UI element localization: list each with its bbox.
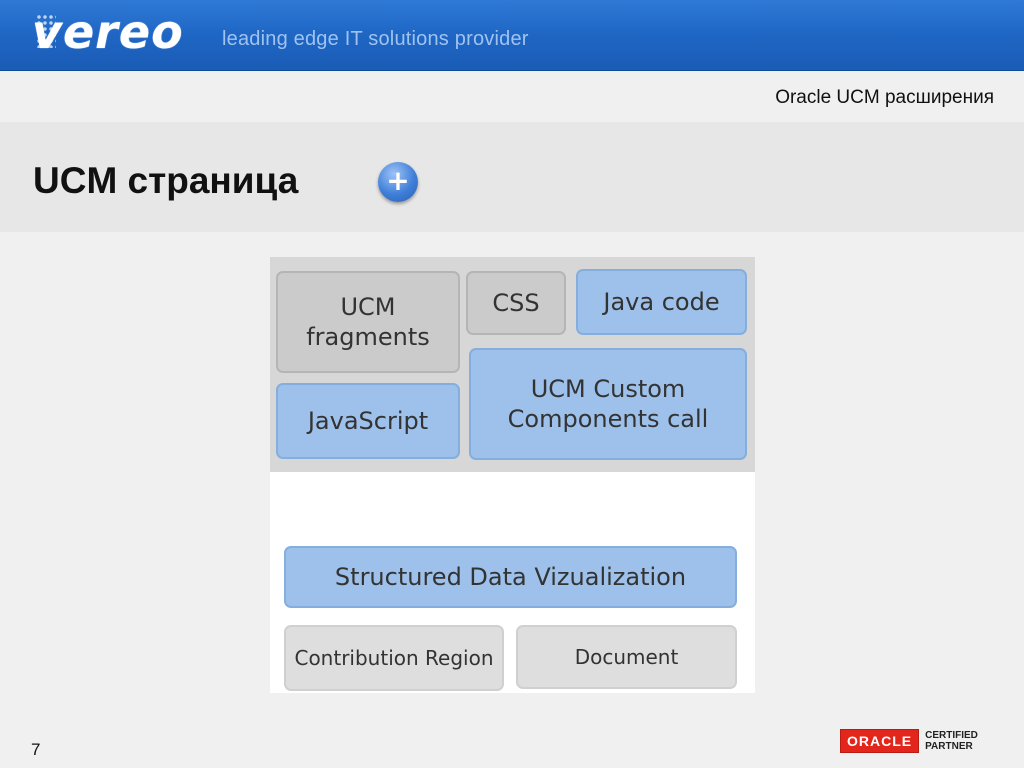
box-contribution-region: Contribution Region <box>284 625 504 691</box>
box-ucm-custom-components: UCM Custom Components call <box>469 348 747 460</box>
box-contribution-region-label: Contribution Region <box>294 645 494 670</box>
box-structured-data-label: Structured Data Vizualization <box>334 563 687 591</box>
oracle-certified-partner-logo: ORACLE CERTIFIED PARTNER <box>840 729 978 753</box>
box-java-code-label: Java code <box>603 288 720 316</box>
box-ucm-fragments-label: UCM fragments <box>306 293 430 351</box>
vereo-logo: vereo <box>32 5 184 59</box>
box-css: CSS <box>466 271 566 335</box>
box-document: Document <box>516 625 737 689</box>
box-ucm-fragments: UCM fragments <box>276 271 460 373</box>
box-document-label: Document <box>574 644 679 669</box>
box-javascript-label: JavaScript <box>307 407 429 435</box>
slide: vereo leading edge IT solutions provider… <box>0 0 1024 768</box>
page-number: 7 <box>31 740 41 759</box>
slide-subtitle: Oracle UCM расширения <box>775 87 994 108</box>
box-css-label: CSS <box>492 289 540 317</box>
tagline: leading edge IT solutions provider <box>222 28 529 50</box>
header-banner: vereo leading edge IT solutions provider <box>0 0 1024 71</box>
box-javascript: JavaScript <box>276 383 460 459</box>
certified-label: CERTIFIED <box>925 730 978 741</box>
ucm-page-diagram: UCM fragments CSS Java code JavaScript U… <box>270 257 755 693</box>
plus-icon[interactable]: + <box>378 162 418 202</box>
oracle-logo: ORACLE <box>840 729 920 753</box>
box-structured-data: Structured Data Vizualization <box>284 546 737 608</box>
box-ucm-custom-components-label: UCM Custom Components call <box>507 375 709 433</box>
slide-title: UCM страница <box>33 160 299 201</box>
certified-partner-text: CERTIFIED PARTNER <box>925 730 978 752</box>
partner-label: PARTNER <box>925 741 973 752</box>
box-java-code: Java code <box>576 269 747 335</box>
